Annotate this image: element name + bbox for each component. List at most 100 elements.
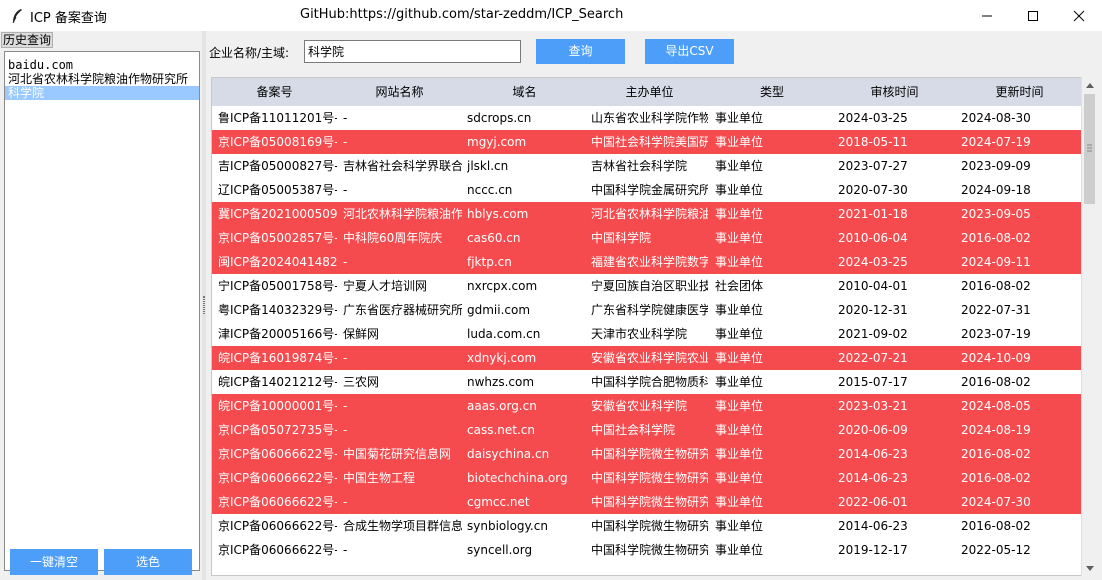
table-row[interactable]: 京ICP备05008169号- - mgyj.com 中国社会科学院美国研 事业单位 20… xyxy=(212,130,1082,154)
cell-audit-time: 2014-06-23 xyxy=(838,471,908,485)
cell-update-time: 2022-07-31 xyxy=(961,303,1031,317)
cell-org: 中国社会科学院美国研 xyxy=(591,135,708,149)
history-list[interactable]: baidu.com 河北省农林科学院粮油作物研究所 科学院 xyxy=(4,51,200,571)
cell-audit-time: 2023-03-21 xyxy=(838,399,908,413)
vertical-scrollbar[interactable] xyxy=(1081,77,1097,576)
table-row[interactable]: 皖ICP备16019874号- - xdnykj.com 安徽省农业科学院农业 事业单位… xyxy=(212,346,1082,370)
cell-org: 中国科学院 xyxy=(591,231,652,245)
cell-domain: luda.com.cn xyxy=(467,327,541,341)
cell-type: 事业单位 xyxy=(715,255,764,269)
cell-site-name: - xyxy=(343,543,348,557)
minimize-button[interactable] xyxy=(964,0,1010,31)
github-link-text: GitHub:https://github.com/star-zeddm/ICP… xyxy=(300,7,624,22)
cell-site-name: - xyxy=(343,111,348,125)
cell-domain: sdcrops.cn xyxy=(467,111,532,125)
cell-audit-time: 2010-06-04 xyxy=(838,231,908,245)
close-button[interactable] xyxy=(1056,0,1102,31)
table-row[interactable]: 京ICP备06066622号- - syncell.org 中国科学院微生物研究 事业单… xyxy=(212,538,1082,562)
column-header-update-time[interactable]: 更新时间 xyxy=(957,78,1082,106)
cell-update-time: 2016-08-02 xyxy=(961,279,1031,293)
history-item[interactable]: baidu.com xyxy=(5,58,199,72)
cell-site-name: 宁夏人才培训网 xyxy=(343,279,428,293)
table-row[interactable]: 粤ICP备14032329号- 广东省医疗器械研究所 gdmii.com 广东省科学院… xyxy=(212,298,1082,322)
cell-update-time: 2016-08-02 xyxy=(961,231,1031,245)
cell-site-name: 河北农林科学院粮油作 xyxy=(343,207,462,221)
table-row[interactable]: 吉ICP备05000827号- 吉林省社会科学界联合 jlskl.cn 吉林省社会科学… xyxy=(212,154,1082,178)
table-row[interactable]: 京ICP备06066622号- - cgmcc.net 中国科学院微生物研究 事业单位 2… xyxy=(212,490,1082,514)
cell-record-id: 京ICP备05002857号- xyxy=(218,231,337,245)
cell-audit-time: 2018-05-11 xyxy=(838,135,908,149)
cell-type: 事业单位 xyxy=(715,447,764,461)
cell-record-id: 京ICP备06066622号- xyxy=(218,471,337,485)
column-header-name[interactable]: 网站名称 xyxy=(337,78,462,106)
cell-record-id: 皖ICP备14021212号- xyxy=(218,375,337,389)
table-row[interactable]: 京ICP备05072735号- - cass.net.cn 中国社会科学院 事业单位 20… xyxy=(212,418,1082,442)
cell-record-id: 粤ICP备14032329号- xyxy=(218,303,337,317)
cell-audit-time: 2019-12-17 xyxy=(838,543,908,557)
cell-update-time: 2024-07-19 xyxy=(961,135,1031,149)
cell-audit-time: 2024-03-25 xyxy=(838,111,908,125)
cell-type: 事业单位 xyxy=(715,399,764,413)
table-row[interactable]: 津ICP备20005166号- 保鲜网 luda.com.cn 天津市农业科学院 事业单… xyxy=(212,322,1082,346)
cell-record-id: 皖ICP备16019874号- xyxy=(218,351,337,365)
cell-org: 广东省科学院健康医学 xyxy=(591,303,708,317)
cell-record-id: 皖ICP备10000001号- xyxy=(218,399,337,413)
table-row[interactable]: 京ICP备06066622号- 中国生物工程 biotechchina.org 中国科… xyxy=(212,466,1082,490)
cell-org: 宁夏回族自治区职业技 xyxy=(591,279,708,293)
scroll-thumb[interactable] xyxy=(1084,94,1095,204)
cell-update-time: 2024-09-18 xyxy=(961,183,1031,197)
cell-audit-time: 2015-07-17 xyxy=(838,375,908,389)
table-row[interactable]: 京ICP备05002857号- 中科院60周年院庆 cas60.cn 中国科学院 事业单… xyxy=(212,226,1082,250)
column-header-org[interactable]: 主办单位 xyxy=(587,78,712,106)
cell-record-id: 京ICP备05072735号- xyxy=(218,423,337,437)
cell-update-time: 2023-09-05 xyxy=(961,207,1031,221)
cell-record-id: 津ICP备20005166号- xyxy=(218,327,337,341)
column-header-id[interactable]: 备案号 xyxy=(212,78,337,106)
table-row[interactable]: 鲁ICP备11011201号- - sdcrops.cn 山东省农业科学院作物 事业单位… xyxy=(212,106,1082,130)
cell-audit-time: 2020-06-09 xyxy=(838,423,908,437)
table-row[interactable]: 京ICP备06066622号- 中国菊花研究信息网 daisychina.cn 中国科… xyxy=(212,442,1082,466)
cell-type: 事业单位 xyxy=(715,231,764,245)
cell-org: 吉林省社会科学院 xyxy=(591,159,688,173)
search-input[interactable] xyxy=(304,40,521,63)
history-item[interactable]: 河北省农林科学院粮油作物研究所 xyxy=(5,72,199,86)
column-header-audit-time[interactable]: 审核时间 xyxy=(832,78,957,106)
cell-org: 中国科学院微生物研究 xyxy=(591,495,708,509)
cell-update-time: 2024-08-30 xyxy=(961,111,1031,125)
cell-site-name: - xyxy=(343,183,348,197)
cell-audit-time: 2022-06-01 xyxy=(838,495,908,509)
column-header-type[interactable]: 类型 xyxy=(712,78,832,106)
cell-domain: syncell.org xyxy=(467,543,533,557)
cell-update-time: 2024-08-19 xyxy=(961,423,1031,437)
divider-grip[interactable] xyxy=(203,296,205,314)
table-row[interactable]: 皖ICP备14021212号- 三农网 nwhzs.com 中国科学院合肥物质科 事业单… xyxy=(212,370,1082,394)
scroll-up-button[interactable] xyxy=(1082,77,1098,93)
arrow-up-icon xyxy=(1086,82,1094,88)
table-row[interactable]: 辽ICP备05005387号- - nccc.cn 中国科学院金属研究所 事业单位 202… xyxy=(212,178,1082,202)
query-button[interactable]: 查询 xyxy=(536,39,625,64)
cell-org: 中国社会科学院 xyxy=(591,423,676,437)
table-row[interactable]: 皖ICP备10000001号- - aaas.org.cn 安徽省农业科学院 事业单位 2… xyxy=(212,394,1082,418)
cell-org: 天津市农业科学院 xyxy=(591,327,688,341)
cell-org: 中国科学院微生物研究 xyxy=(591,543,708,557)
clear-history-button[interactable]: 一键清空 xyxy=(10,549,98,575)
cell-update-time: 2016-08-02 xyxy=(961,519,1031,533)
cell-record-id: 宁ICP备05001758号- xyxy=(218,279,337,293)
cell-update-time: 2024-10-09 xyxy=(961,351,1031,365)
table-row[interactable]: 京ICP备06066622号- 合成生物学项目群信息 synbiology.cn 中国… xyxy=(212,514,1082,538)
maximize-button[interactable] xyxy=(1010,0,1056,31)
history-item-selected[interactable]: 科学院 xyxy=(5,86,199,100)
column-header-domain[interactable]: 域名 xyxy=(462,78,587,106)
cell-domain: daisychina.cn xyxy=(467,447,550,461)
cell-site-name: 三农网 xyxy=(343,375,380,389)
cell-site-name: 吉林省社会科学界联合 xyxy=(343,159,462,173)
table-row[interactable]: 宁ICP备05001758号- 宁夏人才培训网 nxrcpx.com 宁夏回族自治区职… xyxy=(212,274,1082,298)
close-icon xyxy=(1073,10,1085,21)
table-row[interactable]: 冀ICP备2021000509号 河北农林科学院粮油作 hblys.com 河北省农林… xyxy=(212,202,1082,226)
cell-record-id: 京ICP备06066622号- xyxy=(218,519,337,533)
scroll-down-button[interactable] xyxy=(1082,560,1098,576)
export-csv-button[interactable]: 导出CSV xyxy=(645,39,734,64)
cell-site-name: - xyxy=(343,351,348,365)
table-row[interactable]: 闽ICP备2024041482号 - fjktp.cn 福建省农业科学院数字 事业单位 2… xyxy=(212,250,1082,274)
pick-color-button[interactable]: 选色 xyxy=(104,549,192,575)
